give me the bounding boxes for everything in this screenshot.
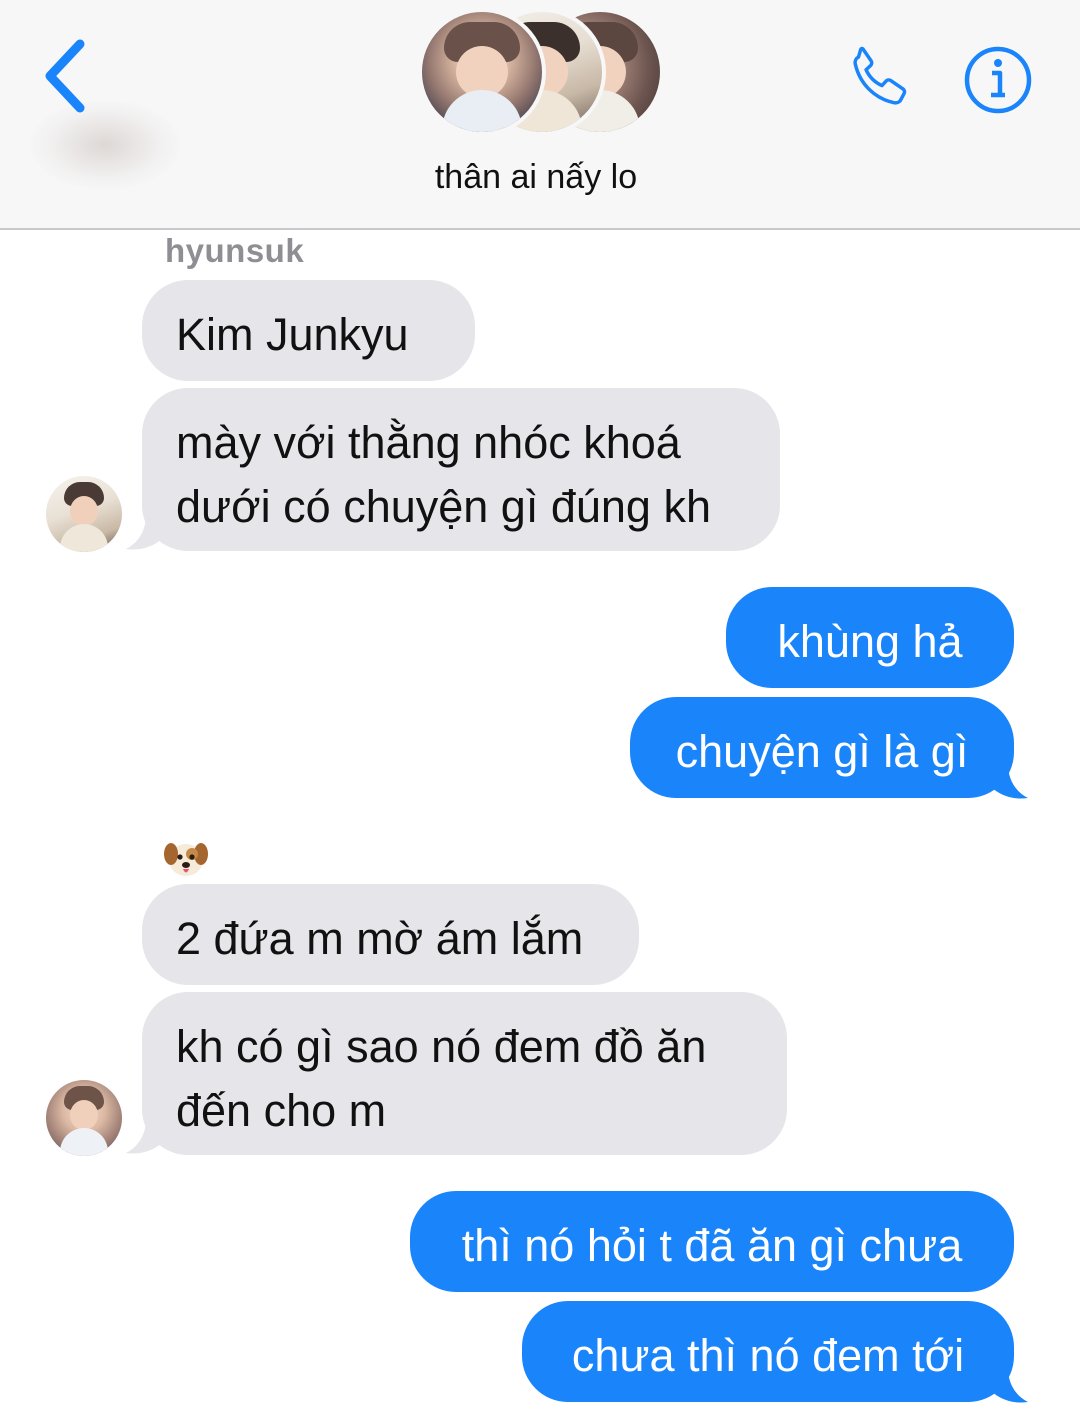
message-text-line: dưới có chuyện gì đúng kh bbox=[176, 481, 711, 532]
bubble-tail bbox=[126, 515, 164, 550]
message-text: 2 đứa m mờ ám lắm bbox=[176, 913, 584, 964]
phone-icon bbox=[853, 46, 907, 105]
info-button[interactable] bbox=[962, 44, 1034, 116]
message-text: Kim Junkyu bbox=[176, 309, 409, 360]
message-bubble-incoming[interactable]: Kim Junkyu bbox=[142, 280, 475, 381]
message-bubble-incoming[interactable]: kh có gì sao nó đem đồ ăn đến cho m bbox=[142, 992, 787, 1155]
message-bubble-outgoing[interactable]: chuyện gì là gì bbox=[630, 697, 1014, 798]
message-text: chuyện gì là gì bbox=[675, 726, 969, 777]
message-text-line: mày với thằng nhóc khoá bbox=[176, 417, 681, 468]
message-bubble-incoming[interactable]: mày với thằng nhóc khoá dưới có chuyện g… bbox=[142, 388, 780, 551]
message-bubble-outgoing[interactable]: khùng hả bbox=[726, 587, 1014, 688]
bubble-tail bbox=[126, 1119, 164, 1154]
message-bubble-incoming[interactable]: 2 đứa m mờ ám lắm bbox=[142, 884, 639, 985]
sender-avatar-dog[interactable] bbox=[46, 1080, 122, 1156]
message-text: chưa thì nó đem tới bbox=[571, 1330, 965, 1381]
message-text: thì nó hỏi t đã ăn gì chưa bbox=[461, 1220, 963, 1271]
call-button[interactable] bbox=[842, 40, 918, 116]
message-bubble-outgoing[interactable]: chưa thì nó đem tới bbox=[522, 1301, 1014, 1402]
message-text: khùng hả bbox=[777, 616, 963, 667]
message-bubble-outgoing[interactable]: thì nó hỏi t đã ăn gì chưa bbox=[410, 1191, 1014, 1292]
chevron-left-icon bbox=[45, 39, 85, 113]
message-text-line: kh có gì sao nó đem đồ ăn bbox=[176, 1021, 707, 1072]
back-button[interactable] bbox=[38, 38, 94, 114]
sender-avatar-hyunsuk[interactable] bbox=[46, 476, 122, 552]
sender-name-hyunsuk: hyunsuk bbox=[165, 232, 305, 269]
group-avatars[interactable] bbox=[418, 8, 668, 136]
bubble-tail bbox=[990, 764, 1028, 799]
group-name[interactable]: thân ai nấy lo bbox=[0, 158, 1072, 197]
dog-face-emoji-icon bbox=[164, 843, 208, 876]
message-text-line: đến cho m bbox=[176, 1085, 387, 1136]
conversation-header: thân ai nấy lo bbox=[0, 0, 1080, 230]
bubble-tail bbox=[990, 1368, 1028, 1403]
group-avatar-1 bbox=[418, 8, 546, 136]
info-icon bbox=[964, 46, 1032, 114]
